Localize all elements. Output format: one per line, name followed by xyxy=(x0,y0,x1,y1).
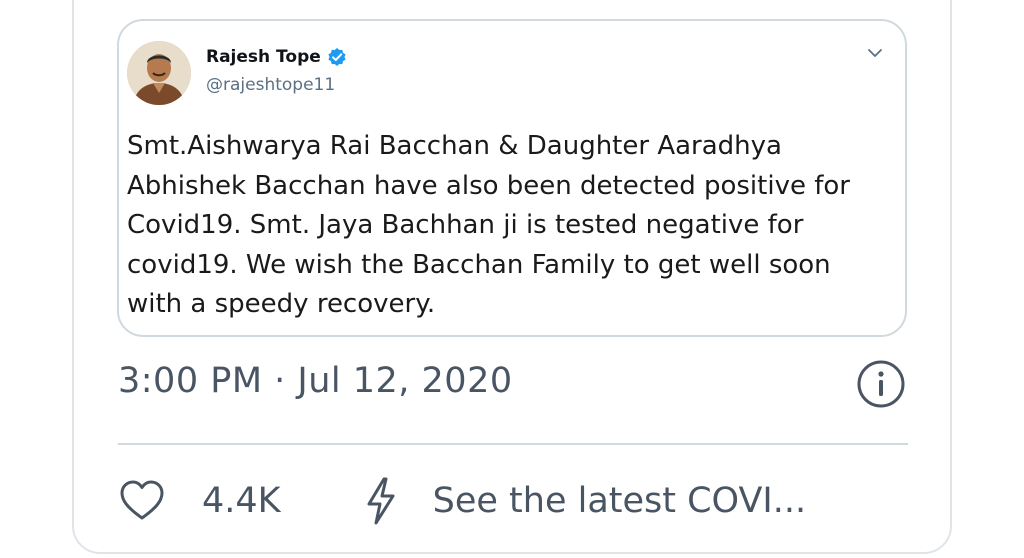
lightning-bolt-icon[interactable] xyxy=(361,476,401,526)
author-line[interactable]: Rajesh Tope xyxy=(206,47,347,67)
verified-badge-icon xyxy=(327,47,347,67)
author-handle[interactable]: @rajeshtope11 xyxy=(206,75,335,95)
author-name[interactable]: Rajesh Tope xyxy=(206,47,321,67)
chevron-down-icon[interactable] xyxy=(865,43,885,63)
divider xyxy=(118,443,908,445)
action-row: 4.4K See the latest COVI... xyxy=(118,473,806,529)
quoted-tweet[interactable]: Rajesh Tope @rajeshtope11 Smt.Aishwarya … xyxy=(117,19,907,337)
heart-icon[interactable] xyxy=(118,477,166,525)
tweet-text: Smt.Aishwarya Rai Bacchan & Daughter Aar… xyxy=(127,131,850,319)
like-count[interactable]: 4.4K xyxy=(202,481,281,521)
timestamp[interactable]: 3:00 PM · Jul 12, 2020 xyxy=(118,361,513,401)
info-icon[interactable] xyxy=(856,359,906,409)
avatar[interactable] xyxy=(127,41,191,105)
covid-info-link[interactable]: See the latest COVI... xyxy=(433,481,807,521)
